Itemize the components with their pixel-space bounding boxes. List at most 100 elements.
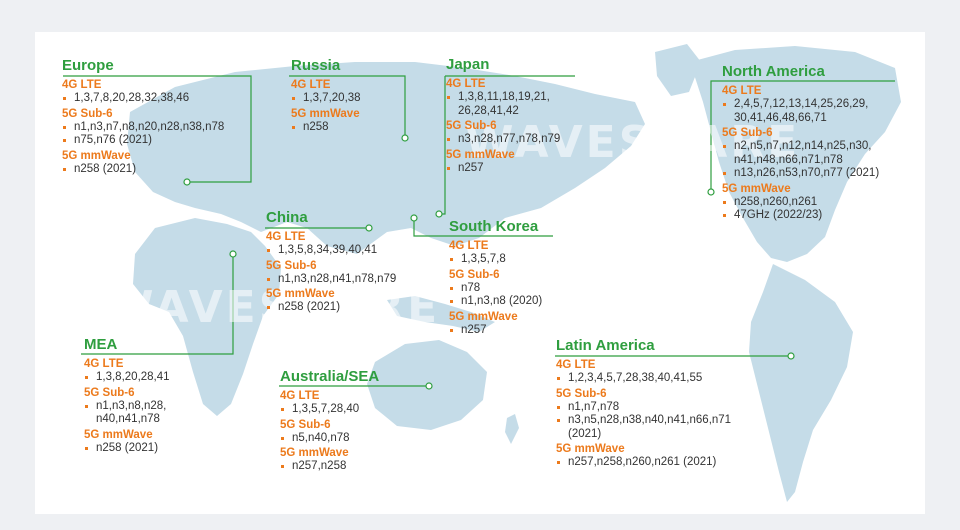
band-list: n2,n5,n7,n12,n14,n25,n30, n41,n48,n66,n7… xyxy=(722,140,879,181)
band-list: 1,3,7,20,38 xyxy=(291,92,361,106)
band-list-item: n1,n3,n8 (2020) xyxy=(449,295,542,309)
band-list: 1,3,5,7,8 xyxy=(449,253,542,267)
region-title: Australia/SEA xyxy=(280,368,380,385)
band-list: 1,2,3,4,5,7,28,38,40,41,55 xyxy=(556,372,731,386)
band-list-item: 1,3,8,20,28,41 xyxy=(84,371,170,385)
band-category-label: 4G LTE xyxy=(84,358,124,370)
band-list: n258 (2021) xyxy=(266,301,396,315)
band-list: 1,3,7,8,20,28,32,38,46 xyxy=(62,92,224,106)
band-category-label: 4G LTE xyxy=(280,390,320,402)
band-list-item: n258,n260,n261 xyxy=(722,196,879,210)
region-title: MEA xyxy=(84,336,118,353)
band-list-item: 1,3,5,7,8 xyxy=(449,253,542,267)
band-list: n1,n7,n78 n3,n5,n28,n38,n40,n41,n66,n71 (… xyxy=(556,401,731,442)
region-title: North America xyxy=(722,63,825,80)
band-category-label: 5G mmWave xyxy=(280,447,349,459)
band-list: 1,3,5,7,28,40 xyxy=(280,403,379,417)
band-category-label: 5G Sub-6 xyxy=(446,120,497,132)
band-category-label: 5G mmWave xyxy=(291,107,360,120)
band-list: 1,3,5,8,34,39,40,41 xyxy=(266,244,396,258)
band-list: 2,4,5,7,12,13,14,25,26,29, 30,41,46,48,6… xyxy=(722,98,879,125)
band-list-item: n257 xyxy=(449,324,542,338)
region-title: Europe xyxy=(62,57,114,74)
band-list: n78 n1,n3,n8 (2020) xyxy=(449,282,542,309)
band-category-label: 5G mmWave xyxy=(266,288,335,300)
band-list-item: n5,n40,n78 xyxy=(280,432,379,446)
band-list-item: n2,n5,n7,n12,n14,n25,n30, n41,n48,n66,n7… xyxy=(722,140,879,167)
band-list-item: 1,3,8,11,18,19,21, 26,28,41,42 xyxy=(446,91,560,118)
band-list: n258 xyxy=(291,121,361,135)
band-list: n258 (2021) xyxy=(84,442,170,456)
band-category-label: 4G LTE xyxy=(291,79,331,91)
region-australia-sea: Australia/SEA 4G LTE 1,3,5,7,28,40 5G Sub-6… xyxy=(280,368,379,474)
band-list-item: n258 (2021) xyxy=(266,301,396,315)
band-category-label: 5G Sub-6 xyxy=(722,127,773,139)
band-list-item: n1,n3,n8,n28, n40,n41,n78 xyxy=(84,400,170,427)
russia-marker xyxy=(401,134,409,142)
band-category-label: 5G Sub-6 xyxy=(62,107,113,120)
band-list: n1,n3,n7,n8,n20,n28,n38,n78 n75,n76 (2021… xyxy=(62,121,224,148)
band-list-item: n258 (2021) xyxy=(84,442,170,456)
japan-marker xyxy=(435,210,443,218)
band-list-item: 1,3,7,8,20,28,32,38,46 xyxy=(62,92,224,106)
band-category-label: 4G LTE xyxy=(266,231,306,243)
region-japan: Japan 4G LTE 1,3,8,11,18,19,21, 26,28,41,4… xyxy=(446,56,560,175)
band-list-item: 1,3,5,8,34,39,40,41 xyxy=(266,244,396,258)
band-list: n1,n3,n28,n41,n78,n79 xyxy=(266,273,396,287)
band-list-item: 1,2,3,4,5,7,28,38,40,41,55 xyxy=(556,372,731,386)
region-china: China 4G LTE 1,3,5,8,34,39,40,41 5G Sub-6 n1… xyxy=(266,209,396,315)
mea-marker xyxy=(229,250,237,258)
region-latin-america: Latin America 4G LTE 1,2,3,4,5,7,28,38,40,… xyxy=(556,337,731,470)
south-korea-marker xyxy=(410,214,418,222)
australia-sea-marker xyxy=(425,382,433,390)
region-title: South Korea xyxy=(449,218,539,235)
band-list: n5,n40,n78 xyxy=(280,432,379,446)
band-list-item: n3,n28,n77,n78,n79 xyxy=(446,133,560,147)
band-category-label: 5G Sub-6 xyxy=(84,386,135,399)
europe-marker xyxy=(183,178,191,186)
band-list-item: n1,n3,n28,n41,n78,n79 xyxy=(266,273,396,287)
band-category-label: 4G LTE xyxy=(62,79,102,91)
band-category-label: 5G mmWave xyxy=(84,428,153,441)
band-list-item: n258 (2021) xyxy=(62,163,224,177)
band-list: n257,n258,n260,n261 (2021) xyxy=(556,456,731,470)
band-list-item: n1,n3,n7,n8,n20,n28,n38,n78 xyxy=(62,121,224,135)
band-list-item: 2,4,5,7,12,13,14,25,26,29, 30,41,46,48,6… xyxy=(722,98,879,125)
greenland-landmass xyxy=(655,44,701,96)
new-zealand-landmass xyxy=(505,414,519,444)
band-list-item: 1,3,5,7,28,40 xyxy=(280,403,379,417)
band-category-label: 5G mmWave xyxy=(449,310,518,323)
band-list-item: 47GHz (2022/23) xyxy=(722,209,879,223)
region-south-korea: South Korea 4G LTE 1,3,5,7,8 5G Sub-6 n78 n1,… xyxy=(449,218,542,337)
band-list: n257,n258 xyxy=(280,460,379,474)
band-category-label: 4G LTE xyxy=(556,359,596,371)
band-list: 1,3,8,20,28,41 xyxy=(84,371,170,385)
band-list: n3,n28,n77,n78,n79 xyxy=(446,133,560,147)
region-title: Japan xyxy=(446,56,490,73)
band-category-label: 5G mmWave xyxy=(62,149,131,162)
band-list-item: n258 xyxy=(291,121,361,135)
band-category-label: 5G mmWave xyxy=(446,148,515,161)
band-list-item: n13,n26,n53,n70,n77 (2021) xyxy=(722,167,879,181)
band-category-label: 5G mmWave xyxy=(556,443,625,455)
band-list-item: n3,n5,n28,n38,n40,n41,n66,n71 (2021) xyxy=(556,414,731,441)
band-list-item: n257 xyxy=(446,162,560,176)
band-list-item: n257,n258,n260,n261 (2021) xyxy=(556,456,731,470)
region-title: Latin America xyxy=(556,337,655,354)
region-title: China xyxy=(266,209,308,226)
band-list: n258 (2021) xyxy=(62,163,224,177)
band-list-item: n1,n7,n78 xyxy=(556,401,731,415)
band-category-label: 5G Sub-6 xyxy=(266,259,317,272)
band-list: n258,n260,n261 47GHz (2022/23) xyxy=(722,196,879,223)
band-category-label: 5G Sub-6 xyxy=(556,387,607,400)
region-title: Russia xyxy=(291,57,341,74)
region-mea: MEA 4G LTE 1,3,8,20,28,41 5G Sub-6 n1,n3,n8,… xyxy=(84,336,170,455)
region-europe: Europe 4G LTE 1,3,7,8,20,28,32,38,46 5G Sub… xyxy=(62,57,224,176)
band-category-label: 5G Sub-6 xyxy=(280,418,331,431)
band-list: n257 xyxy=(449,324,542,338)
band-list-item: n78 xyxy=(449,282,542,296)
latin-america-landmass xyxy=(749,264,853,502)
north-america-marker xyxy=(707,188,715,196)
band-list-item: n75,n76 (2021) xyxy=(62,134,224,148)
band-list-item: 1,3,7,20,38 xyxy=(291,92,361,106)
